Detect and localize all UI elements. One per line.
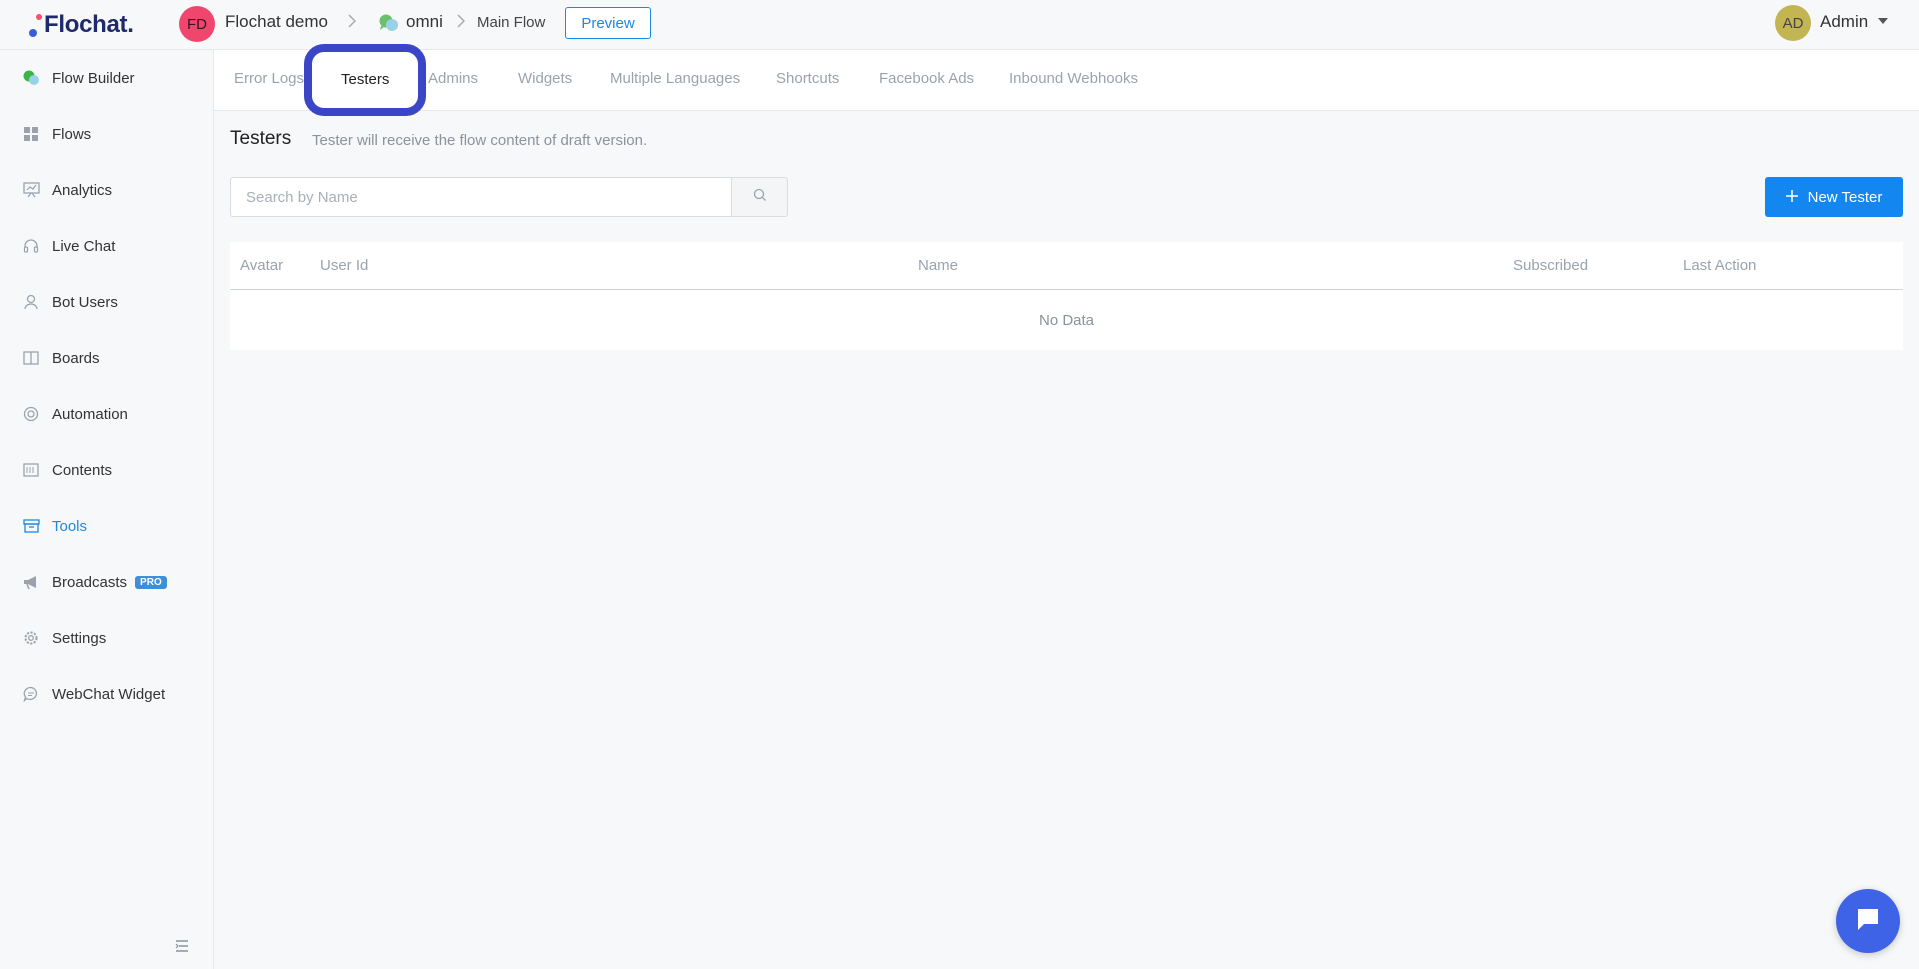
table-header: Avatar User Id Name Subscribed Last Acti… — [230, 242, 1903, 290]
sidebar-item-label: Boards — [52, 349, 100, 367]
sidebar-item-tools[interactable]: Tools — [0, 506, 213, 546]
automation-icon — [22, 405, 40, 423]
sidebar-item-flows[interactable]: Flows — [0, 114, 213, 154]
sidebar-item-live-chat[interactable]: Live Chat — [0, 226, 213, 266]
sidebar-item-bot-users[interactable]: Bot Users — [0, 282, 213, 322]
search-input[interactable] — [230, 177, 731, 217]
new-tester-label: New Tester — [1807, 188, 1883, 206]
toolbox-icon — [22, 517, 40, 535]
plus-icon — [1785, 189, 1798, 206]
chat-bubble-icon — [1854, 905, 1882, 938]
sidebar-item-label: Contents — [52, 461, 113, 479]
tools-tabs: Error Logs Admins Widgets Multiple Langu… — [214, 50, 1919, 111]
sidebar-item-label: Automation — [52, 405, 128, 423]
board-icon — [22, 349, 40, 367]
new-tester-button[interactable]: New Tester — [1765, 177, 1903, 217]
sidebar-item-label: Flow Builder — [52, 69, 135, 87]
search-group — [230, 177, 788, 217]
tab-widgets[interactable]: Widgets — [518, 70, 572, 87]
sidebar-item-webchat-widget[interactable]: WebChat Widget — [0, 674, 213, 714]
sidebar-item-label: Flows — [52, 125, 92, 143]
headset-icon — [22, 237, 40, 255]
tab-testers[interactable]: Testers — [341, 71, 389, 88]
user-avatar[interactable]: AD — [1775, 5, 1811, 41]
sidebar-item-analytics[interactable]: Analytics — [0, 170, 213, 210]
sidebar-item-label: Tools — [52, 517, 88, 535]
user-name[interactable]: Admin — [1820, 12, 1868, 32]
tab-facebook-ads[interactable]: Facebook Ads — [879, 70, 974, 87]
page-title: Testers — [230, 128, 292, 149]
bot-name[interactable]: omni — [406, 12, 443, 32]
workspace-avatar[interactable]: FD — [179, 6, 215, 42]
search-button[interactable] — [731, 177, 788, 217]
chat-bubbles-icon — [378, 13, 400, 33]
sidebar: Flow Builder Flows Analytics Live Chat B… — [0, 50, 214, 969]
column-header-avatar: Avatar — [240, 257, 284, 274]
tab-error-logs[interactable]: Error Logs — [234, 70, 304, 87]
flochat-logo[interactable]: Flochat. — [28, 8, 134, 42]
sidebar-item-flow-builder[interactable]: Flow Builder — [0, 58, 213, 98]
sidebar-item-automation[interactable]: Automation — [0, 394, 213, 434]
preview-button[interactable]: Preview — [565, 7, 651, 39]
sidebar-item-settings[interactable]: Settings — [0, 618, 213, 658]
flow-name[interactable]: Main Flow — [477, 14, 545, 31]
page-subtitle: Tester will receive the flow content of … — [312, 132, 648, 149]
megaphone-icon — [22, 573, 40, 591]
collapse-menu-icon[interactable] — [174, 938, 190, 954]
caret-down-icon[interactable] — [1878, 18, 1888, 24]
user-icon — [22, 293, 40, 311]
tab-admins[interactable]: Admins — [428, 70, 478, 87]
tab-multiple-languages[interactable]: Multiple Languages — [610, 70, 740, 87]
column-header-subscribed: Subscribed — [1513, 257, 1589, 274]
search-icon — [753, 188, 767, 207]
sidebar-item-label: Settings — [52, 629, 107, 647]
pro-badge: PRO — [135, 575, 167, 589]
tab-inbound-webhooks[interactable]: Inbound Webhooks — [1009, 70, 1138, 87]
empty-state: No Data — [1038, 311, 1095, 329]
workspace-name[interactable]: Flochat demo — [225, 12, 328, 32]
logo-text: Flochat. — [44, 11, 134, 38]
contents-icon — [22, 461, 40, 479]
column-header-last-action: Last Action — [1683, 257, 1757, 274]
logo-mark — [28, 12, 42, 38]
chevron-right-icon — [457, 14, 466, 31]
tab-shortcuts[interactable]: Shortcuts — [776, 70, 839, 87]
chat-icon — [22, 685, 40, 703]
presentation-chart-icon — [22, 181, 40, 199]
chevron-right-icon — [348, 14, 357, 31]
grid-icon — [22, 125, 40, 143]
sidebar-item-contents[interactable]: Contents — [0, 450, 213, 490]
column-header-user-id: User Id — [320, 257, 369, 274]
flow-builder-icon — [22, 69, 40, 87]
sidebar-item-label: WebChat Widget — [52, 685, 166, 703]
sidebar-item-label: Live Chat — [52, 237, 116, 255]
sidebar-item-label: Broadcasts — [52, 573, 128, 591]
testers-table: Avatar User Id Name Subscribed Last Acti… — [230, 242, 1903, 350]
top-bar: Flochat. FD Flochat demo omni Main Flow … — [0, 0, 1919, 50]
sidebar-item-label: Bot Users — [52, 293, 118, 311]
column-header-name: Name — [918, 257, 959, 274]
sidebar-item-label: Analytics — [52, 181, 113, 199]
support-chat-button[interactable] — [1836, 889, 1900, 953]
gear-icon — [22, 629, 40, 647]
sidebar-item-broadcasts[interactable]: Broadcasts PRO — [0, 562, 213, 602]
sidebar-item-boards[interactable]: Boards — [0, 338, 213, 378]
